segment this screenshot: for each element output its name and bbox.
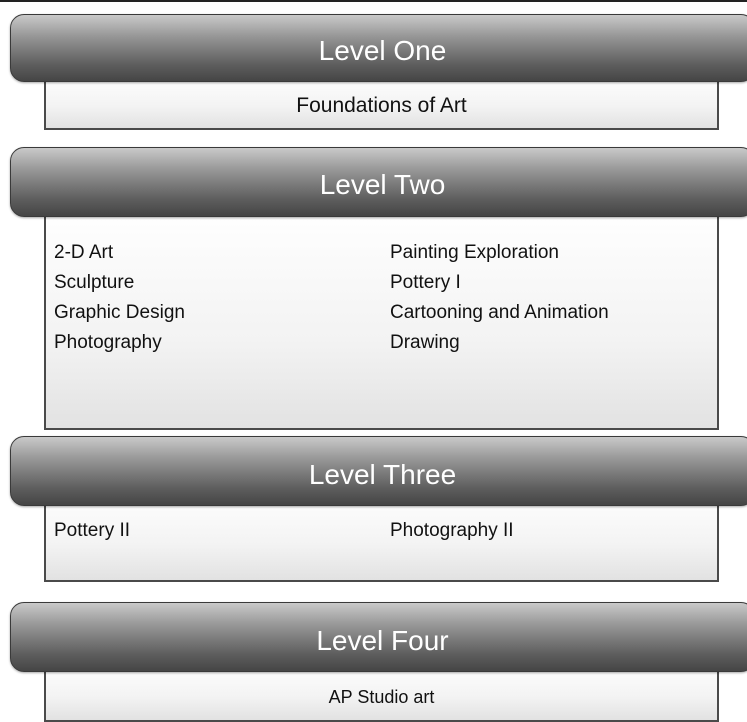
course-item: Drawing	[390, 332, 460, 353]
level-four-header: Level Four	[10, 602, 747, 672]
level-title: Level Three	[308, 459, 457, 490]
level-two-header: Level Two	[10, 147, 747, 217]
course-item: 2-D Art	[54, 242, 114, 263]
course-item: Pottery II	[54, 520, 131, 541]
course-item: Foundations of Art	[296, 94, 467, 117]
course-item: AP Studio art	[328, 687, 435, 707]
course-item: Pottery I	[390, 272, 461, 293]
course-item: Photography	[54, 332, 162, 353]
level-title: Level Two	[319, 169, 446, 200]
level-three-header: Level Three	[10, 436, 747, 506]
course-item: Sculpture	[54, 272, 135, 293]
course-item: Cartooning and Animation	[390, 302, 609, 323]
level-two-courses: 2-D Art Painting Exploration Sculpture P…	[44, 206, 719, 430]
top-border	[0, 0, 747, 2]
level-one-header: Level One	[10, 14, 747, 82]
level-title: Level One	[318, 35, 447, 66]
level-title: Level Four	[316, 625, 449, 656]
course-item: Photography II	[390, 520, 514, 541]
course-item: Painting Exploration	[390, 242, 559, 263]
course-item: Graphic Design	[54, 302, 185, 323]
